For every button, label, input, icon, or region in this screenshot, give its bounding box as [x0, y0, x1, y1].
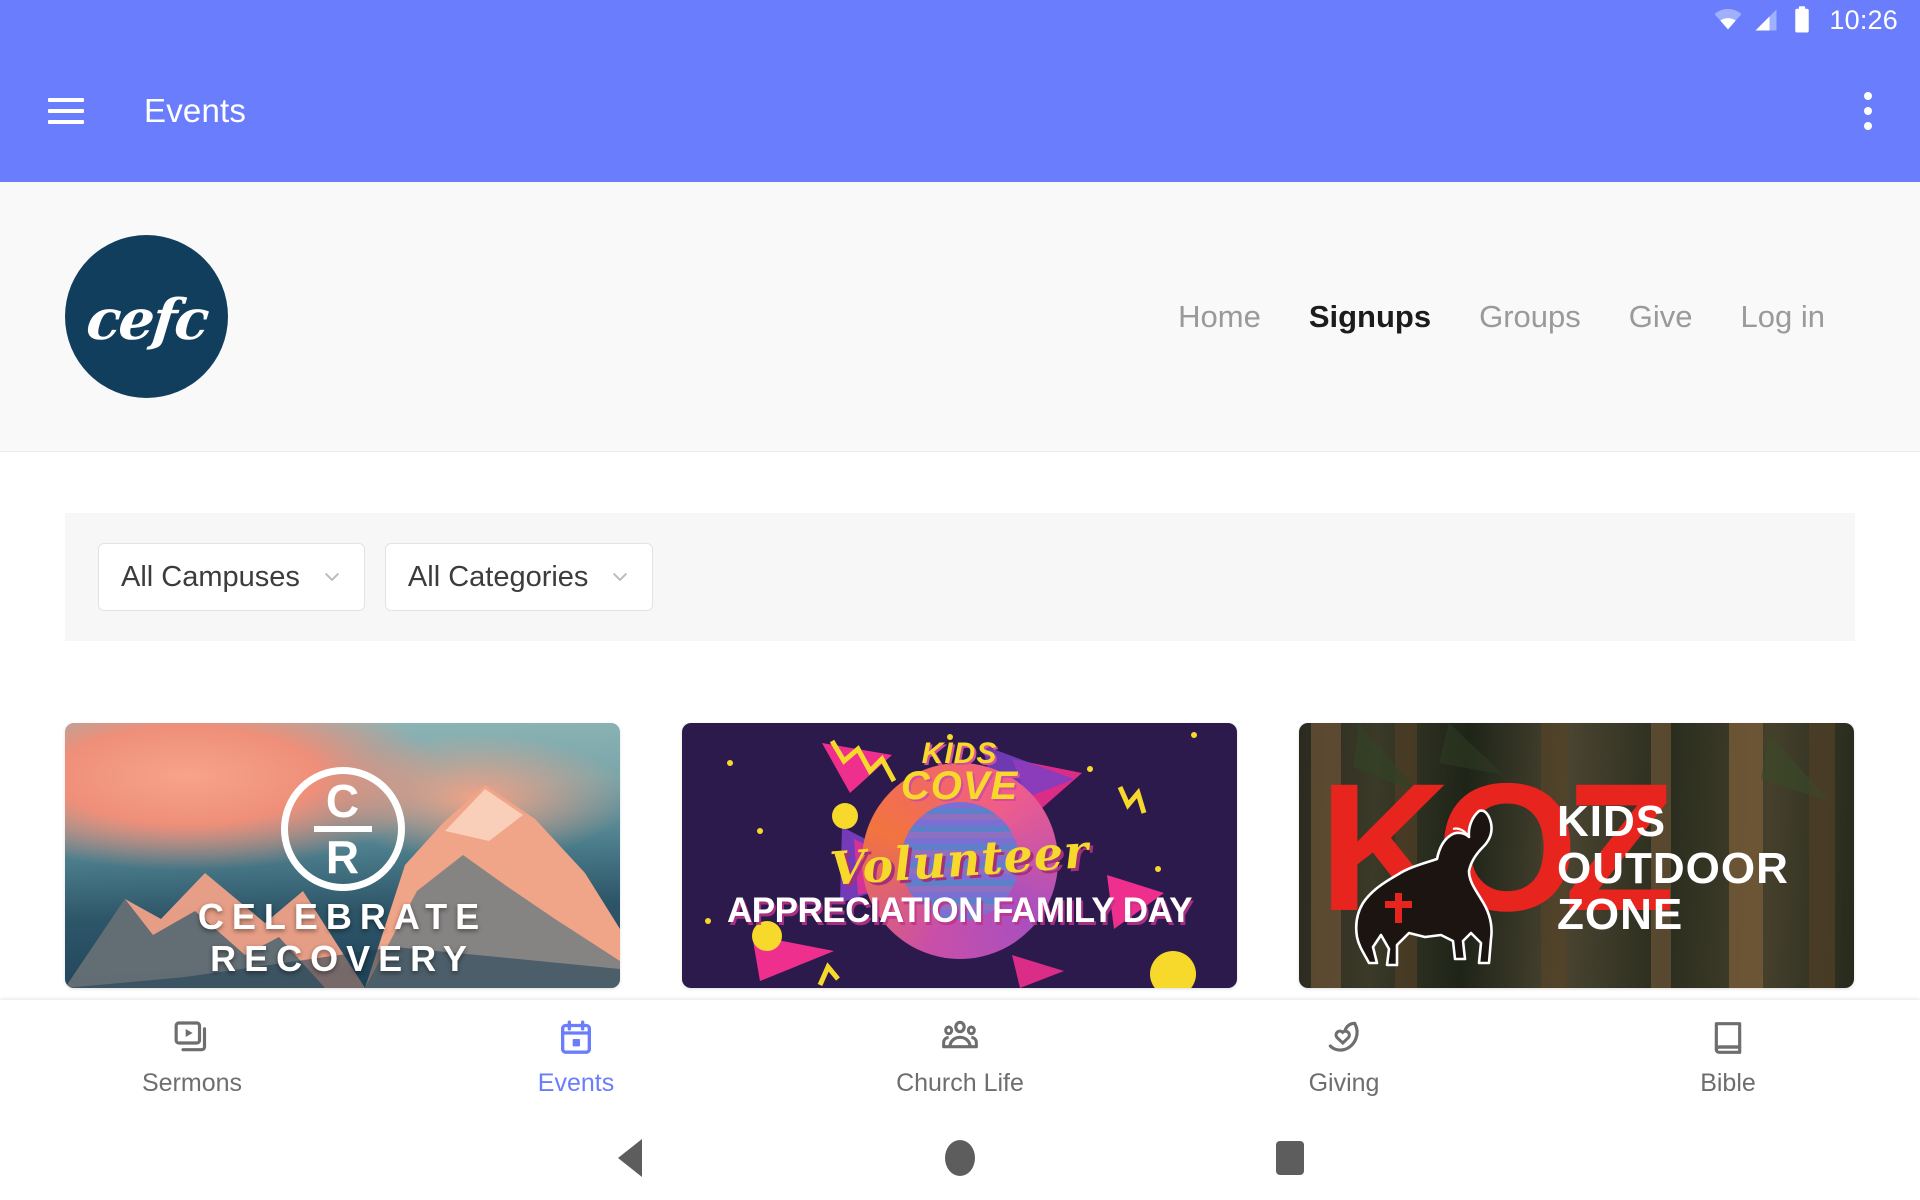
site-header: cefc Home Signups Groups Give Log in	[0, 182, 1920, 452]
status-bar-clock: 10:26	[1829, 4, 1898, 35]
logo-wordmark: cefc	[83, 286, 210, 353]
event-card-title: APPRECIATION FAMILY DAY	[727, 891, 1192, 930]
event-card-kids-cove-volunteer[interactable]: KIDS COVE Volunteer APPRECIATION FAMILY …	[682, 723, 1237, 988]
tab-giving[interactable]: Giving	[1152, 1018, 1536, 1098]
kicker-line-2: COVE	[900, 763, 1019, 808]
nav-link-log-in[interactable]: Log in	[1741, 299, 1825, 335]
koz-title-line-1: KIDS	[1557, 797, 1667, 846]
monogram-letter-r: R	[325, 831, 360, 883]
system-recents-button[interactable]	[1125, 1140, 1455, 1175]
filter-bar: All Campuses All Categories	[65, 513, 1855, 641]
battery-icon	[1795, 6, 1810, 33]
chevron-down-icon	[613, 573, 628, 581]
tab-bible[interactable]: Bible	[1536, 1018, 1920, 1098]
app-bar: Events	[0, 40, 1920, 182]
event-cards-list: C R CELEBRATE RECOVERY KIDS COVE Volunte…	[65, 723, 1855, 993]
hamburger-menu-icon[interactable]	[48, 98, 84, 124]
site-navigation: Home Signups Groups Give Log in	[1178, 299, 1825, 335]
koz-title-line-2: OUTDOOR	[1557, 843, 1789, 893]
event-card-kids-outdoor-zone[interactable]: KOZ KIDS OUTDOOR ZONE	[1299, 723, 1854, 988]
decorative-dot	[832, 803, 858, 829]
tab-events[interactable]: Events	[384, 1018, 768, 1098]
cellular-signal-icon	[1755, 9, 1777, 31]
app-bar-title: Events	[144, 92, 247, 129]
nav-link-give[interactable]: Give	[1629, 299, 1693, 335]
overflow-menu-icon[interactable]	[1856, 84, 1880, 138]
kids-cove-kicker: KIDS COVE	[682, 739, 1237, 808]
nav-link-groups[interactable]: Groups	[1479, 299, 1581, 335]
wifi-icon	[1714, 8, 1742, 30]
koz-title-line-3: ZONE	[1557, 890, 1684, 940]
celebrate-recovery-monogram: C R	[280, 767, 405, 891]
people-group-icon	[942, 1020, 978, 1048]
tab-label-bible: Bible	[1700, 1068, 1756, 1097]
category-filter-dropdown[interactable]: All Categories	[384, 543, 654, 611]
tab-label-giving: Giving	[1308, 1068, 1380, 1097]
android-system-navigation	[0, 1115, 1920, 1200]
bottom-tab-bar: Sermons Events Church Life Giving Bible	[0, 1000, 1920, 1115]
howling-wolf-icon	[1354, 809, 1493, 967]
event-card-celebrate-recovery[interactable]: C R CELEBRATE RECOVERY	[65, 723, 620, 988]
chevron-down-icon	[325, 573, 339, 581]
tab-label-church-life: Church Life	[896, 1068, 1024, 1097]
calendar-icon	[561, 1020, 591, 1054]
event-card-title: CELEBRATE RECOVERY	[197, 896, 488, 979]
cefc-logo[interactable]: cefc	[65, 235, 228, 398]
category-filter-label: All Categories	[407, 560, 589, 593]
nav-link-home[interactable]: Home	[1178, 299, 1261, 335]
status-bar-icons	[1713, 5, 1815, 35]
system-back-button[interactable]	[465, 1138, 795, 1177]
recents-square-icon	[1276, 1140, 1304, 1175]
video-library-icon	[174, 1020, 207, 1051]
book-icon	[1714, 1021, 1742, 1054]
tab-sermons[interactable]: Sermons	[0, 1018, 384, 1098]
tab-label-events: Events	[537, 1068, 615, 1097]
screen-root: 10:26 Events cefc Home Signups Groups Gi…	[0, 0, 1920, 1200]
hand-heart-icon	[1328, 1021, 1359, 1052]
event-card-title: KIDS OUTDOOR ZONE	[1557, 797, 1789, 940]
campus-filter-label: All Campuses	[121, 560, 300, 593]
nav-link-signups[interactable]: Signups	[1309, 299, 1431, 335]
status-bar: 10:26	[0, 0, 1920, 40]
monogram-letter-c: C	[325, 774, 360, 827]
home-circle-icon	[945, 1139, 975, 1176]
tab-church-life[interactable]: Church Life	[768, 1018, 1152, 1098]
back-triangle-icon	[618, 1138, 642, 1177]
system-home-button[interactable]	[795, 1139, 1125, 1176]
tab-label-sermons: Sermons	[141, 1068, 243, 1097]
campus-filter-dropdown[interactable]: All Campuses	[98, 543, 365, 611]
